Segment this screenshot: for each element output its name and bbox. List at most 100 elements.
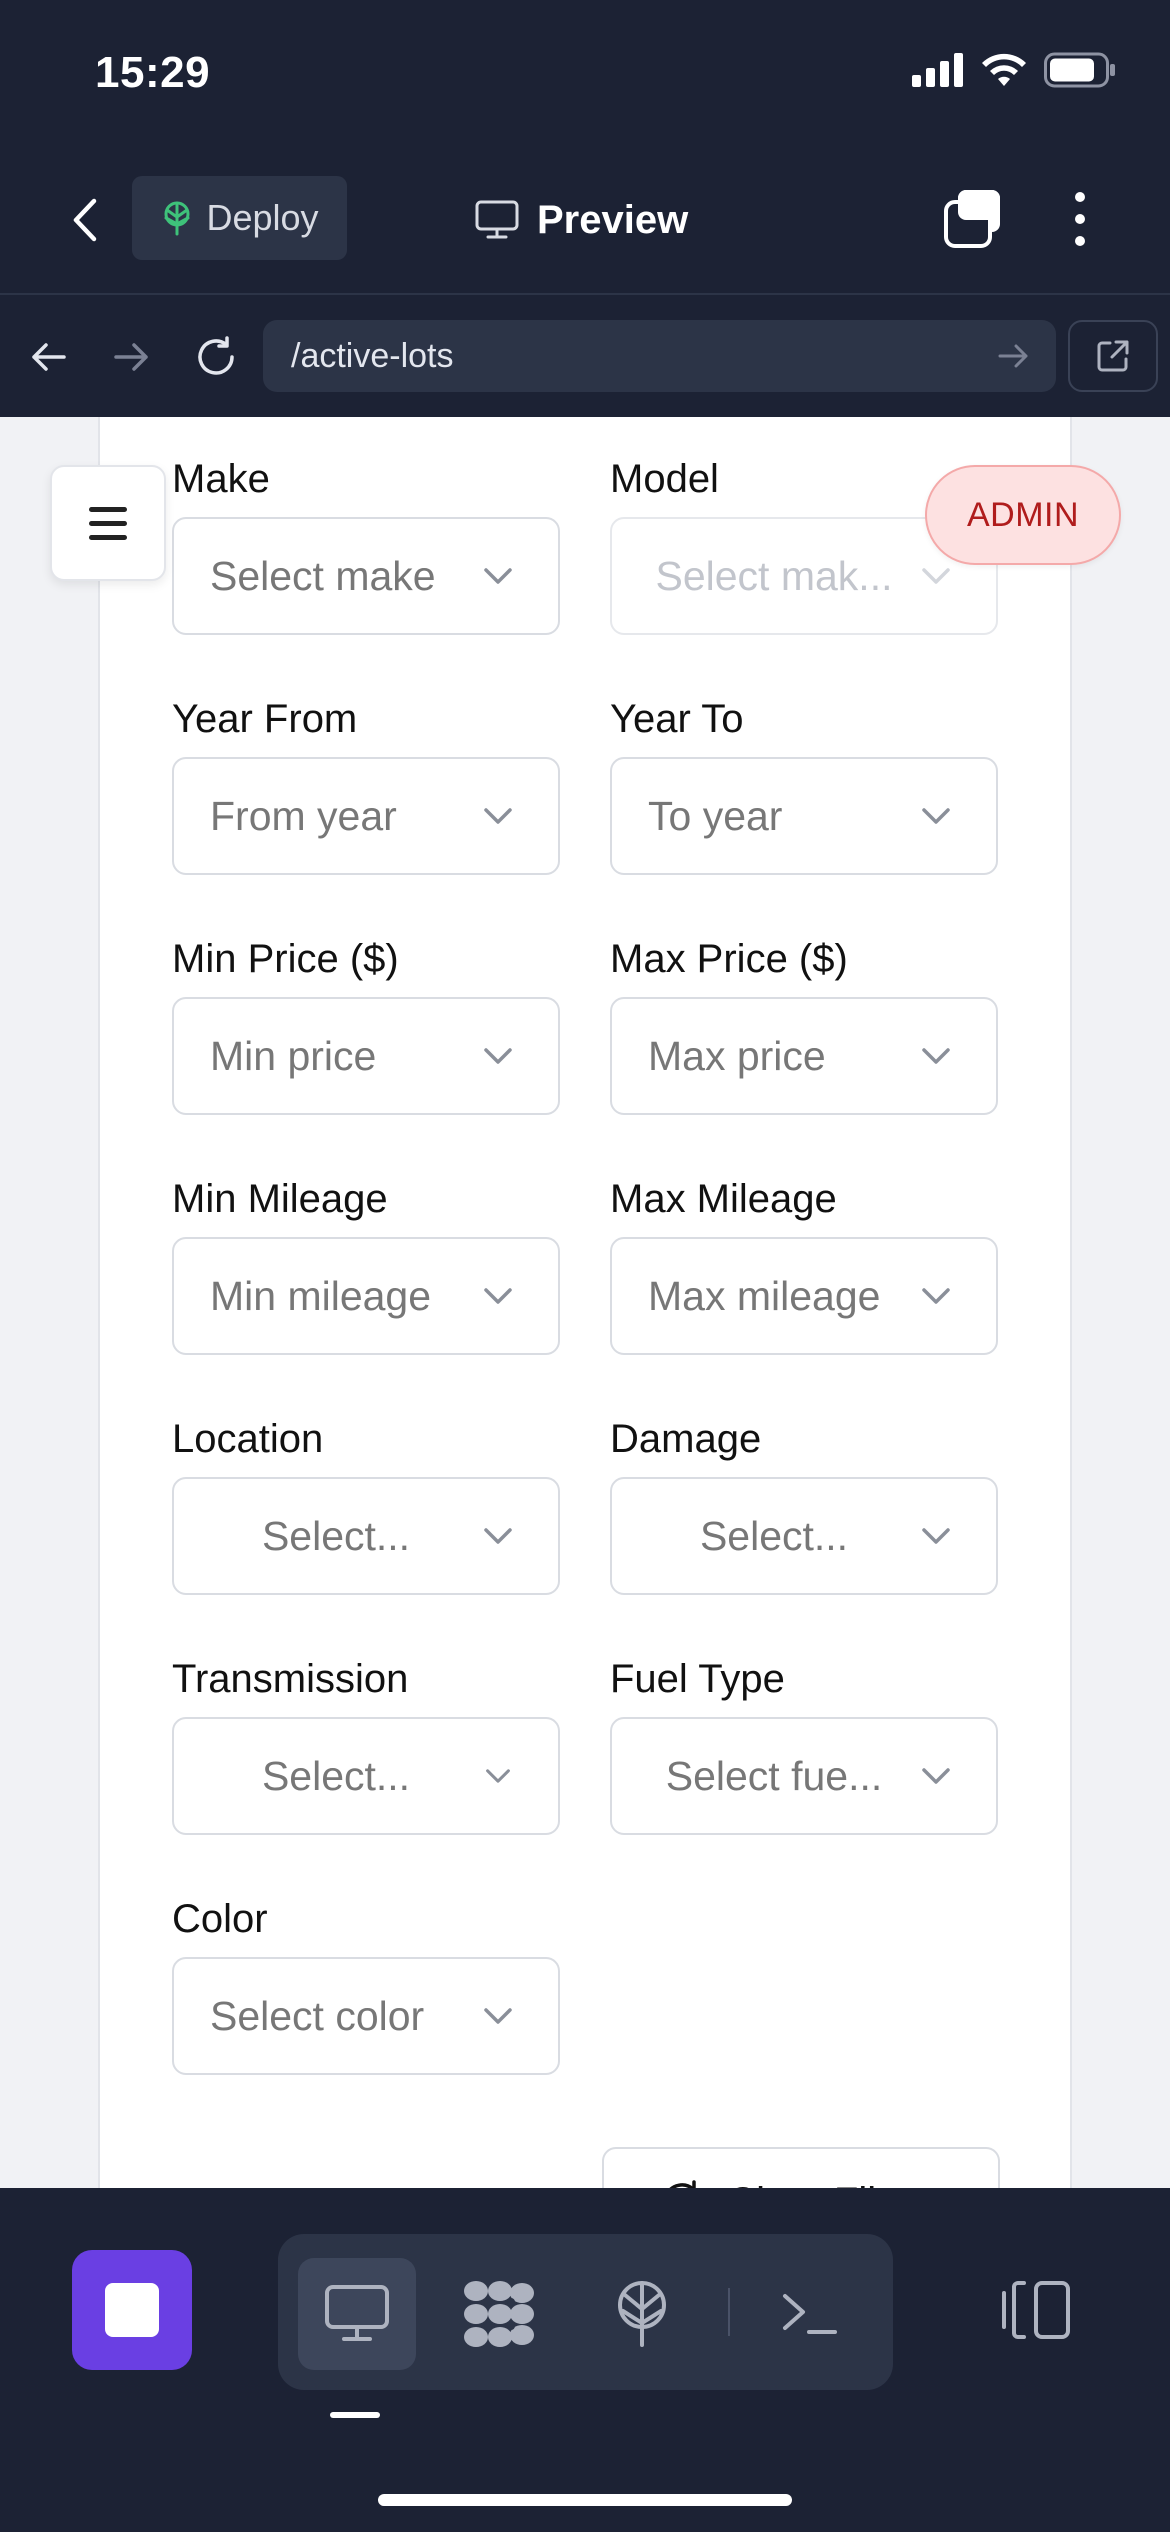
chevron-down-icon [922, 1048, 950, 1064]
browser-forward-button[interactable] [102, 327, 162, 387]
tool-shell-button[interactable] [751, 2258, 869, 2370]
menu-line [89, 534, 127, 540]
chevron-down-icon [922, 568, 950, 584]
deploy-icon [164, 201, 190, 236]
fuel-type-label: Fuel Type [610, 1657, 785, 1701]
open-external-button[interactable] [1068, 320, 1158, 392]
status-icons [912, 52, 1116, 88]
location-value: Select... [261, 1512, 411, 1559]
browser-bar: /active-lots [0, 297, 1170, 417]
chevron-down-icon [484, 808, 512, 824]
chevron-down-icon [484, 568, 512, 584]
max-mileage-value: Max mileage [648, 1272, 881, 1319]
menu-line [89, 506, 127, 512]
year-to-label: Year To [610, 697, 744, 741]
year-from-select[interactable]: From year [172, 757, 560, 875]
tabs-button[interactable] [940, 186, 1006, 252]
year-to-select[interactable]: To year [610, 757, 998, 875]
chevron-down-icon [922, 1288, 950, 1304]
color-label: Color [172, 1897, 268, 1941]
battery-icon [1044, 52, 1115, 88]
tool-deploy-button[interactable] [583, 2258, 701, 2370]
more-options-button[interactable] [1060, 186, 1100, 252]
agent-icon [464, 2281, 534, 2347]
hamburger-menu-button[interactable] [50, 465, 166, 581]
desktop-icon [325, 2285, 389, 2341]
chevron-down-icon [484, 1048, 512, 1064]
tool-agent-button[interactable] [440, 2258, 558, 2370]
browser-back-button[interactable] [18, 327, 78, 387]
chevron-down-icon [484, 2008, 512, 2024]
preview-title: Preview [475, 190, 688, 250]
year-to-value: To year [648, 792, 783, 839]
preview-label: Preview [537, 197, 689, 242]
min-mileage-label: Min Mileage [172, 1177, 388, 1221]
transmission-select[interactable]: Select... [172, 1717, 560, 1835]
back-button[interactable] [60, 190, 110, 250]
cellular-signal-icon [912, 53, 963, 87]
dot-icon [1075, 214, 1085, 224]
url-input[interactable]: /active-lots [263, 320, 1056, 392]
refresh-icon [669, 2180, 696, 2188]
damage-label: Damage [610, 1417, 762, 1461]
min-mileage-select[interactable]: Min mileage [172, 1237, 560, 1355]
min-price-value: Min price [210, 1032, 377, 1079]
max-mileage-label: Max Mileage [610, 1177, 837, 1221]
max-price-label: Max Price ($) [610, 937, 848, 981]
tool-divider [728, 2288, 730, 2336]
chevron-down-icon [922, 1768, 950, 1784]
fuel-type-value: Select fue... [665, 1752, 883, 1799]
deploy-button[interactable]: Deploy [132, 176, 347, 260]
menu-line [89, 520, 127, 526]
clear-filters-button[interactable]: Clear Filters [602, 2147, 1000, 2188]
go-arrow-icon[interactable] [996, 338, 1032, 374]
make-label: Make [172, 457, 270, 501]
min-price-label: Min Price ($) [172, 937, 399, 981]
chevron-left-icon [73, 198, 97, 242]
monitor-icon [475, 200, 519, 239]
arrow-left-icon [32, 343, 66, 371]
max-price-select[interactable]: Max price [610, 997, 998, 1115]
max-price-value: Max price [648, 1032, 826, 1079]
stop-button[interactable] [72, 2250, 192, 2370]
chevron-down-icon [484, 1288, 512, 1304]
make-select-value: Select make [210, 552, 436, 599]
terminal-icon [783, 2294, 837, 2334]
app-header: Deploy Preview [0, 150, 1170, 295]
color-select[interactable]: Select color [172, 1957, 560, 2075]
admin-badge[interactable]: ADMIN [925, 465, 1121, 565]
status-time: 15:29 [95, 48, 211, 97]
year-from-label: Year From [172, 697, 358, 741]
tabs-icon [944, 190, 1000, 248]
filter-card: Make Select make Model Select mak... Yea… [98, 417, 1072, 2188]
min-price-select[interactable]: Min price [172, 997, 560, 1115]
damage-value: Select... [699, 1512, 849, 1559]
deploy-icon [618, 2281, 666, 2347]
transmission-label: Transmission [172, 1657, 409, 1701]
year-from-value: From year [210, 792, 397, 839]
home-indicator [378, 2494, 792, 2506]
min-mileage-value: Min mileage [210, 1272, 432, 1319]
tool-preview-button[interactable] [298, 2258, 416, 2370]
status-bar: 15:29 [0, 0, 1170, 150]
external-link-icon [1097, 340, 1129, 372]
bottom-toolbar [0, 2188, 1170, 2532]
chevron-down-icon [922, 808, 950, 824]
chevron-down-icon [922, 1528, 950, 1544]
url-text: /active-lots [291, 336, 454, 375]
arrow-right-icon [114, 343, 148, 371]
active-tab-indicator [330, 2412, 380, 2418]
panel-toggle-button[interactable] [996, 2270, 1076, 2350]
make-select[interactable]: Select make [172, 517, 560, 635]
damage-select[interactable]: Select... [610, 1477, 998, 1595]
location-select[interactable]: Select... [172, 1477, 560, 1595]
model-label: Model [610, 457, 719, 501]
panel-toggle-icon [1002, 2281, 1070, 2339]
stop-icon [105, 2283, 159, 2337]
deploy-label: Deploy [206, 197, 319, 238]
reload-button[interactable] [186, 327, 246, 387]
clear-filters-label: Clear Filters [727, 2180, 943, 2189]
max-mileage-select[interactable]: Max mileage [610, 1237, 998, 1355]
fuel-type-select[interactable]: Select fue... [610, 1717, 998, 1835]
tool-group [278, 2234, 893, 2390]
